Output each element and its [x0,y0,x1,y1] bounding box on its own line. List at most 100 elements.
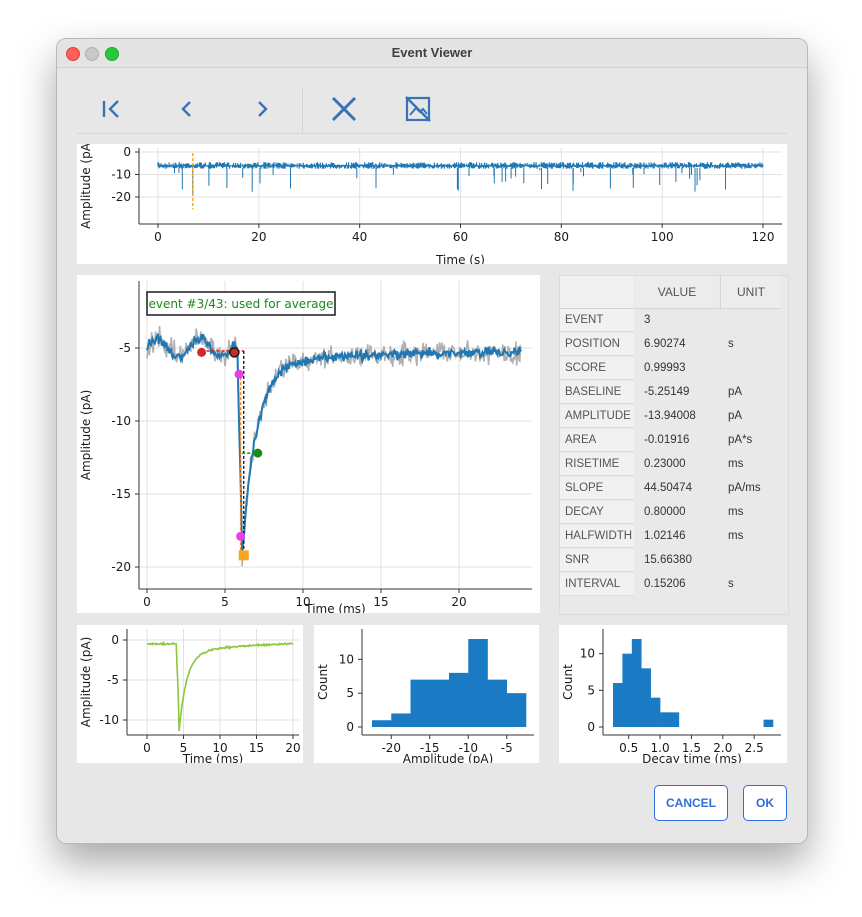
histogram-bar [641,668,651,727]
y-tick-label: -20 [111,560,131,574]
row-value: 44.50474 [644,482,692,494]
histogram-bar [613,683,623,727]
y-tick-label: 10 [580,647,595,661]
average-event-plot[interactable]: 0 5 10 15 20 0 -5 -10 Time (ms) Amplitude (pA) [77,625,303,763]
table-row[interactable]: HALFWIDTH 1.02146 ms [560,525,780,549]
amplitude-histogram[interactable]: -20 -15 -10 -5 0 5 10 Amplitude (pA) Count [314,625,539,763]
row-value: 6.90274 [644,338,686,350]
skip-to-first-icon [102,100,119,118]
row-label: BASELINE [560,381,634,404]
table-row[interactable]: DECAY 0.80000 ms [560,501,780,525]
table-row[interactable]: AREA -0.01916 pA*s [560,429,780,453]
histogram-bar [449,672,469,727]
event-properties-table: VALUE UNIT EVENT 3 POSITION 6.90274 s SCORE 0.… [559,275,789,615]
y-tick-label: 5 [587,683,595,697]
histogram-bar [763,719,774,727]
hide-image-button[interactable] [398,91,438,127]
row-label: HALFWIDTH [560,525,634,548]
histogram-bar [660,712,670,727]
x-tick-label: 2.5 [745,741,764,755]
histogram-bar [669,712,680,727]
x-tick-label: 0 [143,741,151,755]
y-axis-label: Amplitude (pA) [79,637,93,728]
row-value: 15.66380 [644,554,692,566]
y-axis-label: Count [316,664,330,700]
overview-trace-plot[interactable]: 0 20 40 60 80 100 120 0 -10 -20 Time (s) Amplitude … [77,144,787,264]
x-tick-label: 20 [285,741,300,755]
x-tick-label: 20 [451,595,466,609]
previous-event-button[interactable] [167,91,207,127]
ok-button[interactable]: OK [743,785,787,821]
x-tick-label: -20 [381,741,401,755]
x-tick-label: 15 [373,595,388,609]
annotation-text: event #3/43: used for average [149,297,334,311]
next-event-button[interactable] [242,91,282,127]
plot-area [139,281,532,589]
row-value: -0.01916 [644,434,690,446]
row-unit: pA/ms [728,482,761,494]
histogram-bar [468,639,488,727]
x-axis-label: Time (ms) [182,752,244,763]
x-axis-label: Time (s) [435,253,485,264]
table-row[interactable]: INTERVAL 0.15206 s [560,573,780,597]
cancel-button[interactable]: CANCEL [654,785,728,821]
table-row[interactable]: AMPLITUDE -13.94008 pA [560,405,780,429]
image-off-icon [405,96,431,122]
row-value: 0.23000 [644,458,686,470]
column-header-value[interactable]: VALUE [635,276,719,309]
row-unit: ms [728,458,744,470]
table-row[interactable]: SCORE 0.99993 [560,357,780,381]
row-value: 0.15206 [644,578,686,590]
y-tick-label: -10 [111,414,131,428]
row-label: POSITION [560,333,634,356]
histogram-bar [410,679,431,727]
histogram-bar [622,653,633,727]
row-label: AMPLITUDE [560,405,634,428]
event-detail-plot[interactable]: 0 5 10 15 20 -5 -10 -15 -20 Time (ms) Amplitude (p… [77,275,540,613]
y-tick-label: 0 [111,633,119,647]
decay-time-histogram[interactable]: 0.5 1.0 1.5 2.0 2.5 0 5 10 Decay time (ms) Count [559,625,787,763]
row-value: 0.80000 [644,506,686,518]
row-label: SCORE [560,357,634,380]
histogram-bar [391,713,411,727]
x-tick-label: 0 [143,595,151,609]
reject-event-button[interactable] [324,91,364,127]
table-row[interactable]: EVENT 3 [560,309,780,333]
row-value: 3 [644,314,651,326]
table-row[interactable]: BASELINE -5.25149 pA [560,381,780,405]
y-tick-label: 10 [339,652,354,666]
x-axis-label: Amplitude (pA) [403,752,494,763]
row-label: EVENT [560,309,634,332]
column-header-unit[interactable]: UNIT [720,276,781,309]
table-row[interactable]: SNR 15.66380 [560,549,780,573]
x-tick-label: 0 [154,230,162,244]
toolbar-divider [77,133,787,134]
row-value: -13.94008 [644,410,696,422]
chevron-right-icon [258,101,268,117]
first-event-button[interactable] [92,91,132,127]
y-tick-label: -5 [107,673,119,687]
row-label: INTERVAL [560,573,634,596]
toolbar-separator [302,87,303,133]
table-row[interactable]: RISETIME 0.23000 ms [560,453,780,477]
row-unit: pA [728,410,743,422]
histogram-bar [631,639,642,727]
row-label: AREA [560,429,634,452]
row-unit: pA*s [728,434,753,446]
y-tick-label: -10 [111,168,131,182]
y-tick-label: 0 [346,720,354,734]
y-tick-label: 5 [346,686,354,700]
table-row[interactable]: SLOPE 44.50474 pA/ms [560,477,780,501]
table-row[interactable]: POSITION 6.90274 s [560,333,780,357]
histogram-bar [372,720,392,727]
baseline-start-point [197,347,207,357]
y-tick-label: -10 [99,713,119,727]
x-tick-label: 40 [352,230,367,244]
y-tick-label: -20 [111,190,131,204]
row-unit: pA [728,386,743,398]
y-axis-label: Amplitude (pA [79,144,93,229]
x-tick-label: 80 [554,230,569,244]
y-tick-label: -5 [119,341,131,355]
chevron-left-icon [181,101,191,117]
x-axis-label: Time (ms) [304,602,366,613]
